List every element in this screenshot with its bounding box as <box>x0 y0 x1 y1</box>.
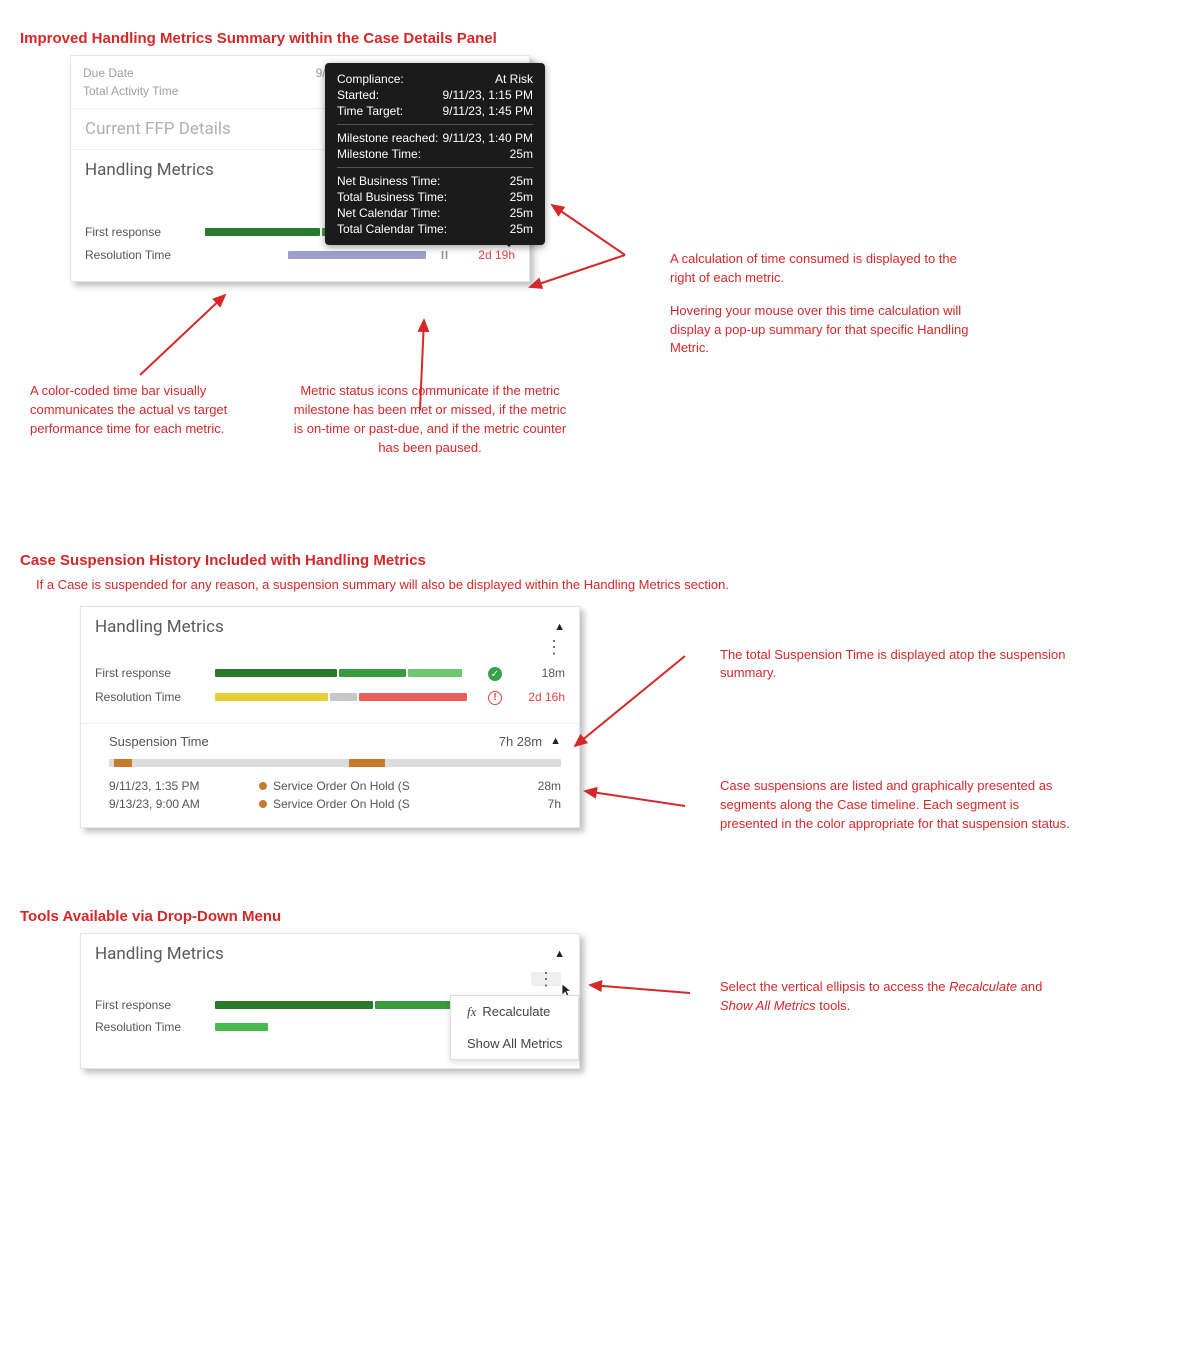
section2-heading: Case Suspension History Included with Ha… <box>20 552 1168 569</box>
annotation-arrows <box>80 933 720 1093</box>
annotation-hover-popup: Hovering your mouse over this time calcu… <box>670 302 980 359</box>
annotation-arrows <box>70 55 670 495</box>
annotation-suspension-total: The total Suspension Time is displayed a… <box>720 646 1070 684</box>
section2-subnote: If a Case is suspended for any reason, a… <box>36 577 1168 592</box>
section3-heading: Tools Available via Drop-Down Menu <box>20 908 1168 925</box>
annotation-arrows <box>80 606 720 906</box>
annotation-suspension-segments: Case suspensions are listed and graphica… <box>720 777 1070 834</box>
annotation-dropdown: Select the vertical ellipsis to access t… <box>720 978 1070 1016</box>
annotation-time-consumed: A calculation of time consumed is displa… <box>670 250 980 288</box>
section1-heading: Improved Handling Metrics Summary within… <box>20 30 1168 47</box>
section-suspension-history: Case Suspension History Included with Ha… <box>20 552 1168 848</box>
section-handling-metrics-summary: Improved Handling Metrics Summary within… <box>20 30 1168 472</box>
section-dropdown-tools: Tools Available via Drop-Down Menu Handl… <box>20 908 1168 1069</box>
